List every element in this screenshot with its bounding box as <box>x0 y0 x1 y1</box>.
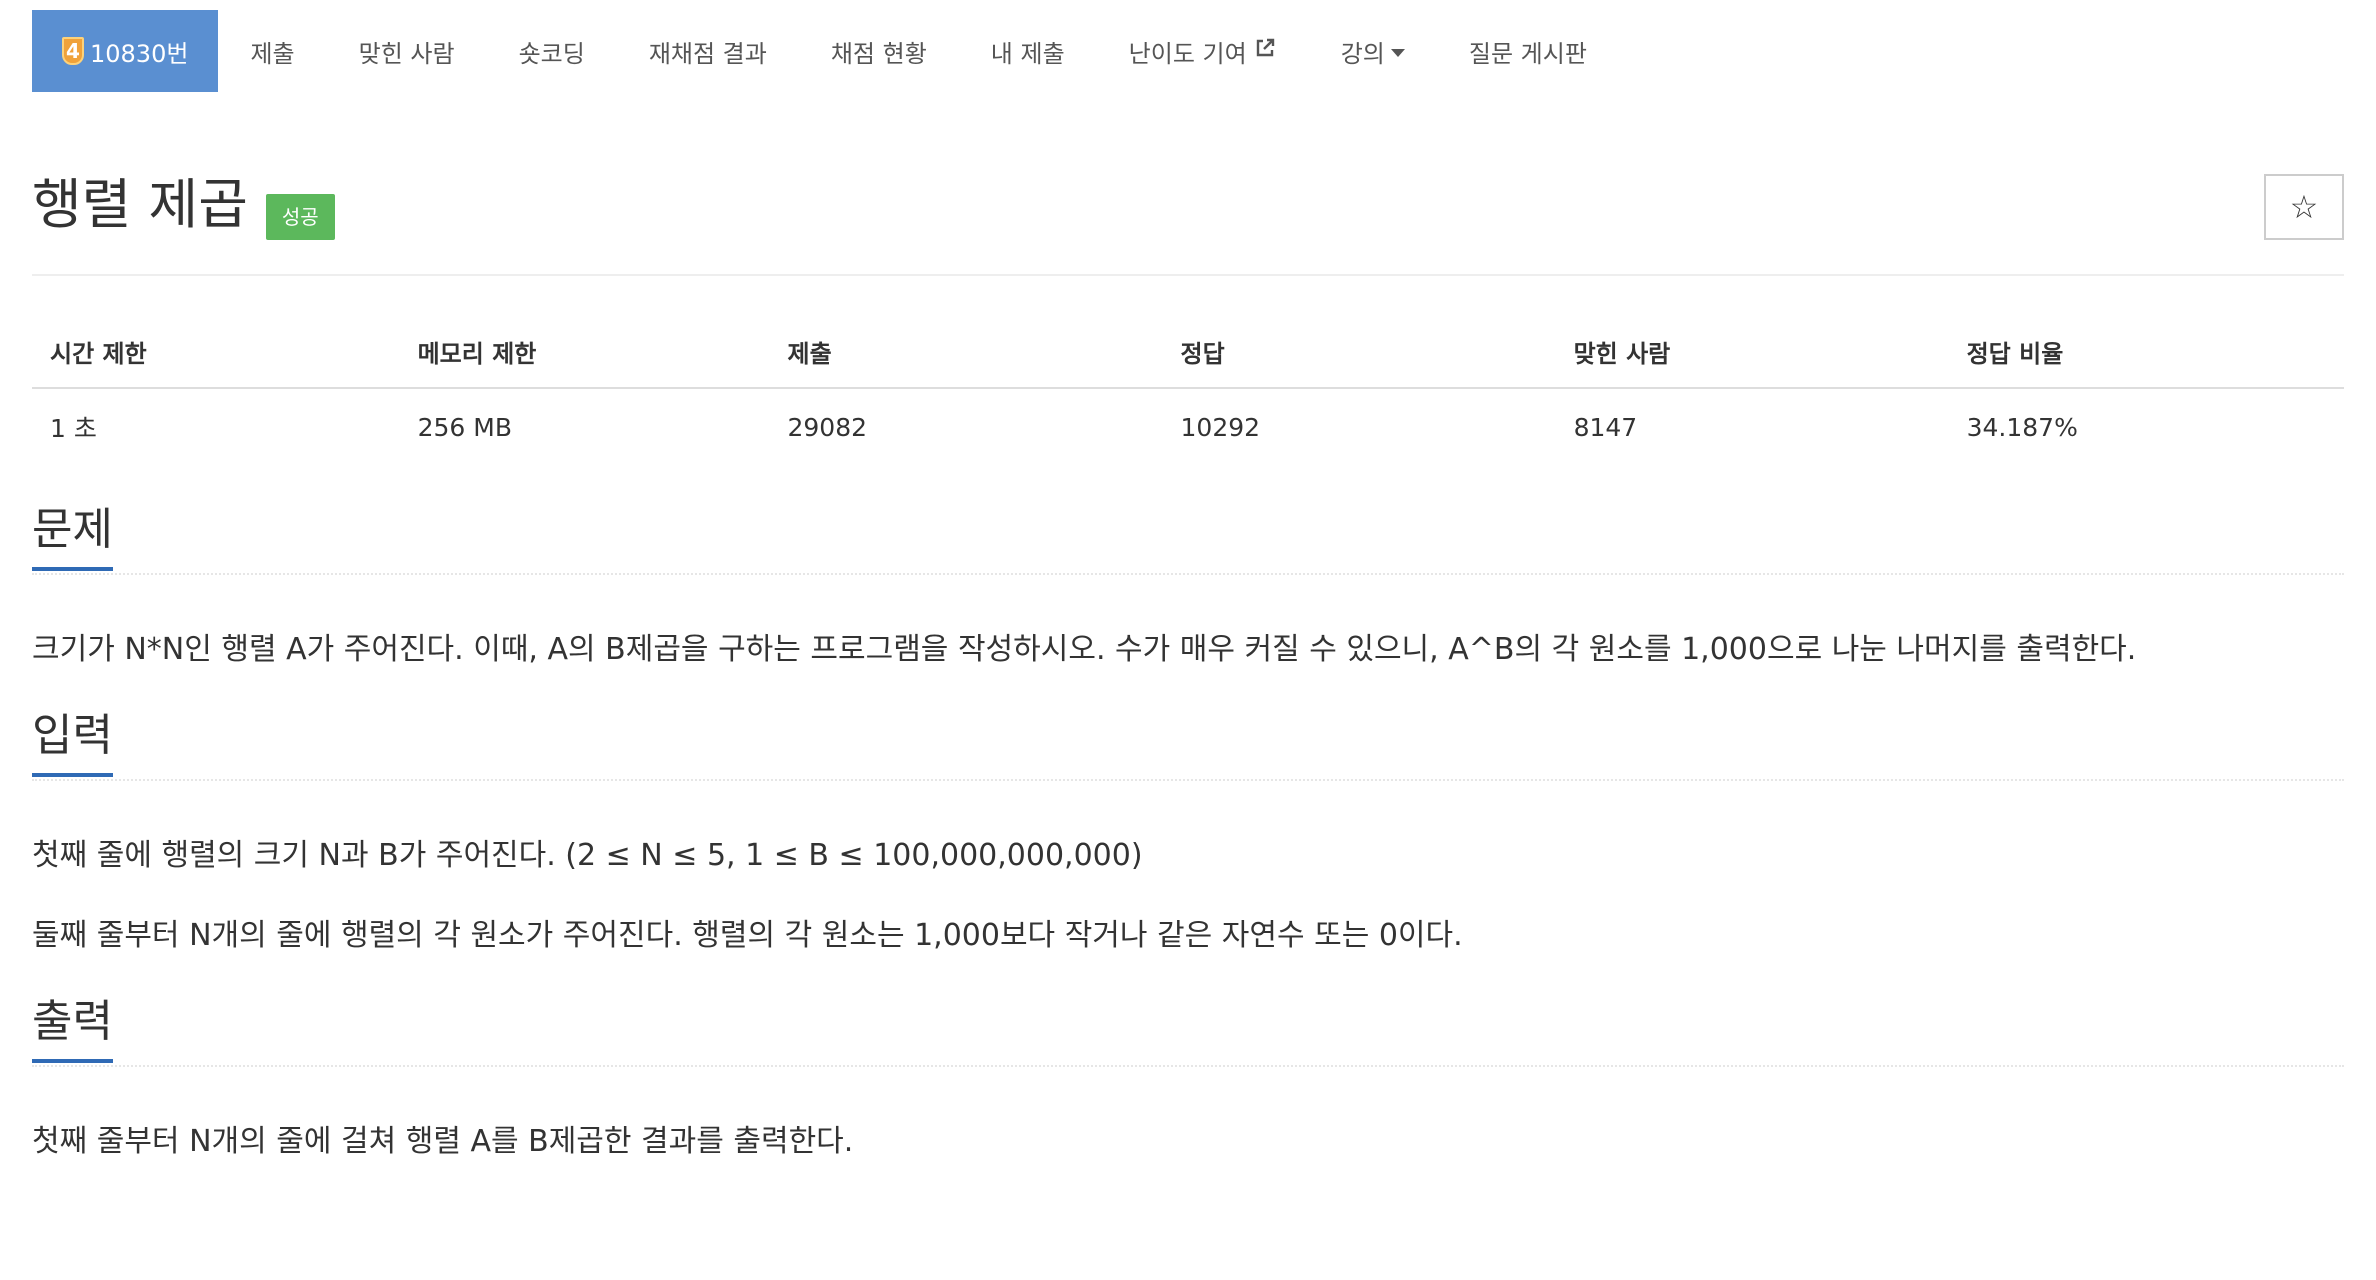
solvers-header: 맞힌 사람 <box>1555 316 1949 389</box>
memory-limit-value: 256 MB <box>417 412 512 442</box>
solvers-value: 8147 <box>1573 412 1638 442</box>
memory-limit-header: 메모리 제한 <box>399 316 770 389</box>
input-description: 첫째 줄에 행렬의 크기 N과 B가 주어진다. (2 ≤ N ≤ 5, 1 ≤… <box>32 835 2344 957</box>
difficulty-tab-label: 난이도 기여 <box>1128 39 1247 68</box>
info-value-row: 1 초 256 MB 29082 10292 8147 34.187% <box>32 388 2344 465</box>
problem-info-table: 시간 제한 메모리 제한 제출 정답 맞힌 사람 정답 비율 1 초 256 M… <box>32 316 2344 465</box>
problem-text: 크기가 N*N인 행렬 A가 주어진다. 이때, A의 B제곱을 구하는 프로그… <box>32 632 2137 667</box>
problem-nav: 4 10830번 제출 맞힌 사람 숏코딩 재채점 결과 채점 현황 내 제출 … <box>32 10 2344 92</box>
board-tab[interactable]: 질문 게시판 <box>1437 10 1619 92</box>
output-text: 첫째 줄부터 N개의 줄에 걸쳐 행렬 A를 B제곱한 결과를 출력한다. <box>32 1124 854 1159</box>
output-description: 첫째 줄부터 N개의 줄에 걸쳐 행렬 A를 B제곱한 결과를 출력한다. <box>32 1121 2344 1163</box>
caret-down-icon <box>1390 49 1405 57</box>
shortcoding-tab-label: 숏코딩 <box>518 39 585 68</box>
problem-number-label: 10830번 <box>90 39 189 68</box>
solvers-tab[interactable]: 맞힌 사람 <box>327 10 487 92</box>
accuracy-value: 34.187% <box>1966 412 2078 442</box>
problem-section-title: 문제 <box>32 499 113 571</box>
info-header-row: 시간 제한 메모리 제한 제출 정답 맞힌 사람 정답 비율 <box>32 316 2344 389</box>
time-limit-header: 시간 제한 <box>32 316 400 389</box>
input-text-2: 둘째 줄부터 N개의 줄에 행렬의 각 원소가 주어진다. 행렬의 각 원소는 … <box>32 918 1463 953</box>
board-tab-label: 질문 게시판 <box>1468 39 1587 68</box>
problem-page: 4 10830번 제출 맞힌 사람 숏코딩 재채점 결과 채점 현황 내 제출 … <box>0 10 2376 1280</box>
rejudge-tab-label: 재채점 결과 <box>648 39 767 68</box>
success-badge: 성공 <box>265 194 335 240</box>
submissions-header: 제출 <box>769 316 1163 389</box>
problem-header: 행렬 제곱 성공 ☆ <box>32 174 2344 276</box>
output-section-header: 출력 <box>32 991 2344 1067</box>
star-button[interactable]: ☆ <box>2264 174 2344 240</box>
star-icon: ☆ <box>2289 188 2319 226</box>
problem-title: 행렬 제곱 <box>32 173 248 236</box>
submit-tab[interactable]: 제출 <box>218 10 326 92</box>
submit-tab-label: 제출 <box>250 39 295 68</box>
problem-section: 문제 크기가 N*N인 행렬 A가 주어진다. 이때, A의 B제곱을 구하는 … <box>32 499 2344 671</box>
solvers-tab-label: 맞힌 사람 <box>358 39 455 68</box>
status-tab[interactable]: 채점 현황 <box>799 10 959 92</box>
input-section: 입력 첫째 줄에 행렬의 크기 N과 B가 주어진다. (2 ≤ N ≤ 5, … <box>32 705 2344 957</box>
difficulty-tab[interactable]: 난이도 기여 <box>1097 10 1309 92</box>
lecture-tab-label: 강의 <box>1340 39 1385 68</box>
output-section: 출력 첫째 줄부터 N개의 줄에 걸쳐 행렬 A를 B제곱한 결과를 출력한다. <box>32 991 2344 1163</box>
problem-section-header: 문제 <box>32 499 2344 575</box>
input-section-title: 입력 <box>32 705 113 777</box>
output-section-title: 출력 <box>32 991 113 1063</box>
lecture-tab[interactable]: 강의 <box>1309 10 1437 92</box>
my-submissions-tab[interactable]: 내 제출 <box>959 10 1097 92</box>
accepted-header: 정답 <box>1162 316 1556 389</box>
rejudge-tab[interactable]: 재채점 결과 <box>617 10 799 92</box>
input-section-header: 입력 <box>32 705 2344 781</box>
time-limit-value: 1 초 <box>50 414 97 443</box>
accuracy-header: 정답 비율 <box>1948 316 2344 389</box>
input-text-1: 첫째 줄에 행렬의 크기 N과 B가 주어진다. (2 ≤ N ≤ 5, 1 ≤… <box>32 838 1143 873</box>
my-submissions-tab-label: 내 제출 <box>990 39 1065 68</box>
problem-description: 크기가 N*N인 행렬 A가 주어진다. 이때, A의 B제곱을 구하는 프로그… <box>32 629 2344 671</box>
accepted-value: 10292 <box>1180 412 1261 442</box>
submissions-value: 29082 <box>787 412 868 442</box>
status-tab-label: 채점 현황 <box>830 39 927 68</box>
external-link-icon <box>1253 36 1277 66</box>
tier-badge-icon: 4 <box>62 37 84 65</box>
shortcoding-tab[interactable]: 숏코딩 <box>487 10 617 92</box>
problem-number-tab[interactable]: 4 10830번 <box>32 10 219 92</box>
